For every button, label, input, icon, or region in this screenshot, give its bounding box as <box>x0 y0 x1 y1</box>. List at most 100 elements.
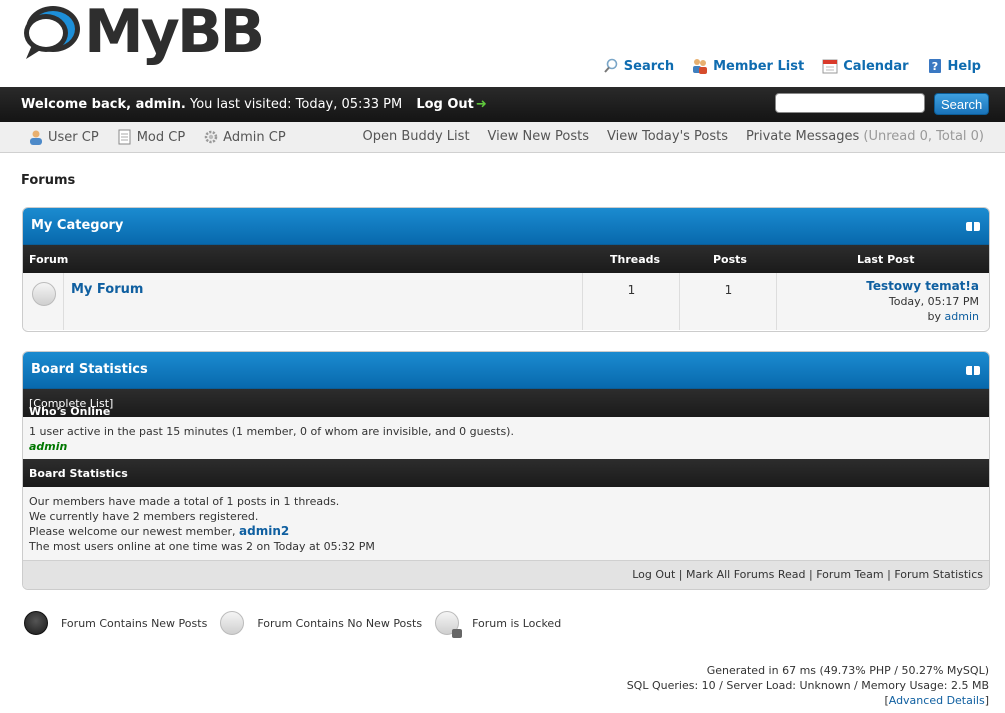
logo-text: MyBB <box>84 0 265 67</box>
board-stats-heading: Board Statistics <box>29 467 128 480</box>
forum-name-cell: My Forum <box>63 273 583 330</box>
forum-columns-header: Forum Threads Posts Last Post <box>23 245 989 273</box>
private-messages: Private Messages (Unread 0, Total 0) <box>746 129 984 144</box>
logout-link[interactable]: Log Out <box>416 97 474 112</box>
newest-member-prefix: Please welcome our newest member, <box>29 525 236 538</box>
top-link-search[interactable]: Search <box>603 58 674 74</box>
lastpost-user-link[interactable]: admin <box>945 310 979 323</box>
forum-lastpost-cell: Testowy temat!a Today, 05:17 PM by admin <box>776 273 984 330</box>
debug-line-1: Generated in 67 ms (49.73% PHP / 50.27% … <box>706 664 989 677</box>
welcome-greeting: Welcome back, admin. <box>21 97 186 112</box>
top-links: Search Member List Calendar ? Help <box>603 58 981 74</box>
category-header: My Category <box>23 208 989 245</box>
top-link-calendar[interactable]: Calendar <box>822 58 909 74</box>
calendar-icon <box>822 59 838 74</box>
mod-cp-icon <box>118 129 131 145</box>
mod-cp-link[interactable]: Mod CP <box>117 129 185 145</box>
forum-posts-cell: 1 <box>679 273 777 330</box>
whos-online-heading[interactable]: Who's Online <box>29 405 110 418</box>
top-link-member-list[interactable]: Member List <box>692 58 804 74</box>
last-visit-text: You last visited: Today, 05:33 PM <box>189 97 403 112</box>
col-threads: Threads <box>610 253 661 266</box>
debug-line-2: SQL Queries: 10 / Server Load: Unknown /… <box>626 679 989 692</box>
lock-icon <box>452 629 463 638</box>
table-row: My Forum 1 1 Testowy temat!a Today, 05:1… <box>23 273 989 330</box>
open-buddy-list-link[interactable]: Open Buddy List <box>362 129 469 144</box>
logo[interactable]: MyBB <box>20 0 265 67</box>
forum-threads: 1 <box>627 283 636 297</box>
members-icon <box>693 59 708 74</box>
footer-links: Log Out | Mark All Forums Read | Forum T… <box>632 568 983 581</box>
admin-cp-label: Admin CP <box>223 129 286 145</box>
svg-text:?: ? <box>931 60 937 73</box>
panel-links-bar: User CP Mod CP Admin CP Open Buddy List … <box>0 122 1005 153</box>
search-input[interactable] <box>775 93 925 113</box>
breadcrumb: Forums <box>21 173 76 188</box>
header: MyBB Search Member List Calendar ? Help <box>0 0 1005 87</box>
debug-close-bracket: ] <box>984 694 989 707</box>
legend-label-locked: Forum is Locked <box>472 616 562 630</box>
top-link-label: Member List <box>713 58 805 74</box>
panel-left-links: User CP Mod CP Admin CP <box>28 129 286 145</box>
legend-label-new: Forum Contains New Posts <box>61 616 208 630</box>
collapse-icon[interactable] <box>966 366 980 375</box>
board-statistics-table: Board Statistics Who's Online [Complete … <box>22 351 990 590</box>
stats-line-4: The most users online at one time was 2 … <box>29 540 375 553</box>
whos-online-heading-wrap: Who's Online [Complete List] <box>29 397 113 418</box>
forum-link[interactable]: My Forum <box>71 282 143 297</box>
lastpost-block: Testowy temat!a Today, 05:17 PM by admin <box>866 279 979 324</box>
stats-header: Board Statistics <box>23 352 989 389</box>
welcome-text: Welcome back, admin. You last visited: T… <box>21 97 487 112</box>
top-link-label: Help <box>947 58 981 74</box>
admin-cp-link[interactable]: Admin CP <box>203 129 286 145</box>
stats-line-2: We currently have 2 members registered. <box>29 510 259 523</box>
col-posts: Posts <box>713 253 747 266</box>
collapse-icon[interactable] <box>966 222 980 231</box>
legend-label-old: Forum Contains No New Posts <box>257 616 423 630</box>
forum-status-cell <box>23 273 63 330</box>
forum-new-icon <box>24 611 48 635</box>
forum-legend: Forum Contains New Posts Forum Contains … <box>24 611 562 638</box>
user-cp-link[interactable]: User CP <box>28 129 99 145</box>
advanced-details-link[interactable]: Advanced Details <box>889 694 985 707</box>
top-link-label: Calendar <box>843 58 909 74</box>
forum-locked-icon <box>435 611 463 638</box>
help-icon: ? <box>928 59 941 73</box>
stats-footer: Log Out | Mark All Forums Read | Forum T… <box>23 560 989 589</box>
footer-logout-link[interactable]: Log Out <box>632 568 675 581</box>
lastpost-time: Today, 05:17 PM <box>888 295 979 308</box>
welcome-bar: Welcome back, admin. You last visited: T… <box>0 87 1005 122</box>
board-stats-header: Board Statistics <box>23 459 989 487</box>
top-link-label: Search <box>623 58 675 74</box>
view-todays-posts-link[interactable]: View Today's Posts <box>607 129 728 144</box>
forum-posts: 1 <box>724 283 733 297</box>
logo-bubble-icon <box>24 6 80 59</box>
forum-team-link[interactable]: Forum Team <box>816 568 883 581</box>
pm-count: (Unread 0, Total 0) <box>863 129 984 144</box>
stats-line-1: Our members have made a total of 1 posts… <box>29 495 340 508</box>
col-forum: Forum <box>29 253 69 266</box>
stats-line-3: Please welcome our newest member, admin2 <box>29 524 983 539</box>
category-table: My Category Forum Threads Posts Last Pos… <box>22 207 990 332</box>
mod-cp-label: Mod CP <box>136 129 186 145</box>
private-messages-link[interactable]: Private Messages <box>746 129 859 144</box>
forum-statistics-link[interactable]: Forum Statistics <box>894 568 983 581</box>
whos-online-header: Who's Online [Complete List] <box>23 389 989 418</box>
search-button[interactable]: Search <box>934 93 989 115</box>
lastpost-thread-link[interactable]: Testowy temat!a <box>866 279 979 293</box>
forum-old-icon <box>220 611 245 635</box>
lastpost-by: by <box>927 310 942 323</box>
whos-online-text: 1 user active in the past 15 minutes (1 … <box>29 425 514 438</box>
mark-all-read-link[interactable]: Mark All Forums Read <box>686 568 806 581</box>
category-title[interactable]: My Category <box>31 218 123 233</box>
view-new-posts-link[interactable]: View New Posts <box>488 129 589 144</box>
online-user-link[interactable]: admin <box>29 440 67 453</box>
whos-online-row: 1 user active in the past 15 minutes (1 … <box>23 417 989 459</box>
forum-no-new-posts-icon[interactable] <box>32 282 56 306</box>
debug-line-3: [Advanced Details] <box>627 693 989 708</box>
top-link-help[interactable]: ? Help <box>927 58 981 74</box>
newest-member-link[interactable]: admin2 <box>239 524 289 538</box>
arrow-right-icon: ➜ <box>475 97 487 112</box>
forum-threads-cell: 1 <box>582 273 680 330</box>
debug-info: Generated in 67 ms (49.73% PHP / 50.27% … <box>627 663 989 708</box>
